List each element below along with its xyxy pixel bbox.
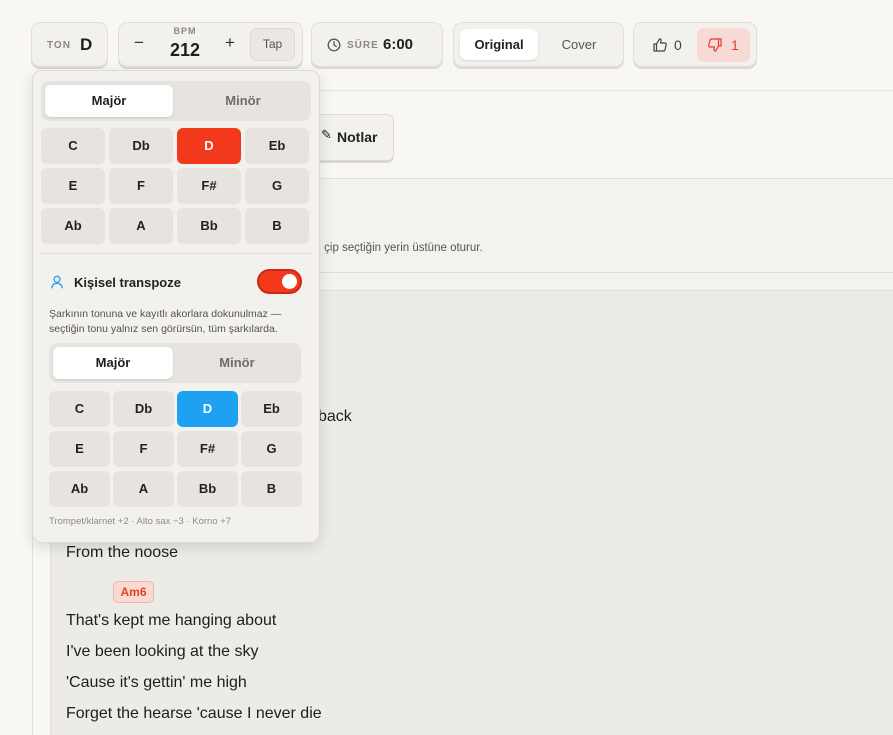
key-button[interactable]: A xyxy=(113,471,174,507)
dislike-button[interactable]: 1 xyxy=(697,28,750,62)
version-switch: Original Cover xyxy=(453,22,624,67)
pencil-icon: ✎ xyxy=(321,127,332,142)
lyric-line: back xyxy=(318,408,352,425)
personal-transpose-toggle[interactable] xyxy=(257,269,302,294)
lyric-line: 'Cause it's gettin' me high xyxy=(66,674,247,691)
key-button-selected[interactable]: D xyxy=(177,128,241,164)
bpm-increase-button[interactable]: + xyxy=(222,33,238,53)
key-button[interactable]: F xyxy=(113,431,174,467)
tab-major[interactable]: Majör xyxy=(53,347,173,379)
thumbs-up-icon xyxy=(653,38,667,52)
key-button[interactable]: Ab xyxy=(41,208,105,244)
key-button[interactable]: E xyxy=(49,431,110,467)
key-button[interactable]: C xyxy=(49,391,110,427)
bpm-label: BPM xyxy=(173,26,197,36)
key-button[interactable]: C xyxy=(41,128,105,164)
instrument-transpose-note: Trompet/klarnet +2 · Alto sax −3 · Korno… xyxy=(49,516,232,527)
key-button[interactable]: A xyxy=(109,208,173,244)
key-button[interactable]: Db xyxy=(113,391,174,427)
key-popover: Majör Minör C Db D Eb E F F# G Ab A Bb B… xyxy=(32,70,320,543)
key-label: TON xyxy=(47,40,71,51)
key-button[interactable]: Db xyxy=(109,128,173,164)
key-button[interactable]: F xyxy=(109,168,173,204)
hint-text: ç, çip seçtiğin yerin üstüne oturur. xyxy=(312,242,483,254)
key-button[interactable]: G xyxy=(245,168,309,204)
key-button[interactable]: F# xyxy=(177,431,238,467)
key-button[interactable]: Ab xyxy=(49,471,110,507)
version-cover-tab[interactable]: Cover xyxy=(540,29,618,60)
like-button[interactable]: 0 xyxy=(642,28,690,62)
key-button-selected[interactable]: D xyxy=(177,391,238,427)
key-button[interactable]: F# xyxy=(177,168,241,204)
duration-display: SÜRE 6:00 xyxy=(311,22,443,67)
duration-label: SÜRE xyxy=(347,40,379,51)
dislike-count: 1 xyxy=(731,37,739,53)
notes-button-label: Notlar xyxy=(337,129,378,145)
song-mode-switch: Majör Minör xyxy=(41,81,311,121)
key-control[interactable]: TON D xyxy=(31,22,108,67)
like-count: 0 xyxy=(674,37,682,53)
lyric-line: From the noose xyxy=(66,544,179,561)
bpm-control: − BPM 212 + Tap xyxy=(118,22,303,67)
key-button[interactable]: B xyxy=(241,471,302,507)
key-button[interactable]: Bb xyxy=(177,471,238,507)
tab-minor[interactable]: Minör xyxy=(179,85,307,117)
chord-chip[interactable]: Am6 xyxy=(113,581,154,603)
duration-value: 6:00 xyxy=(383,36,414,53)
person-icon xyxy=(51,275,63,289)
lyric-line: That's kept me hanging about xyxy=(66,612,277,629)
bpm-decrease-button[interactable]: − xyxy=(131,33,147,53)
key-button[interactable]: G xyxy=(241,431,302,467)
tab-major[interactable]: Majör xyxy=(45,85,173,117)
personal-transpose-title: Kişisel transpoze xyxy=(74,275,181,290)
key-button[interactable]: Eb xyxy=(245,128,309,164)
lyric-line: I've been looking at the sky xyxy=(66,643,259,660)
divider xyxy=(41,253,311,254)
vote-control: 0 1 xyxy=(633,22,757,67)
key-button[interactable]: Eb xyxy=(241,391,302,427)
lyric-line: Forget the hearse 'cause I never die xyxy=(66,705,322,722)
tab-minor[interactable]: Minör xyxy=(177,347,297,379)
thumbs-down-icon xyxy=(708,38,722,52)
toggle-knob xyxy=(282,274,297,289)
tap-tempo-button[interactable]: Tap xyxy=(250,28,295,61)
clock-icon xyxy=(327,38,341,52)
key-value[interactable]: D xyxy=(80,35,92,55)
key-button[interactable]: B xyxy=(245,208,309,244)
version-original-tab[interactable]: Original xyxy=(460,29,538,60)
key-button[interactable]: E xyxy=(41,168,105,204)
key-button[interactable]: Bb xyxy=(177,208,241,244)
personal-mode-switch: Majör Minör xyxy=(49,343,301,383)
personal-transpose-description: Şarkının tonuna ve kayıtlı akorlara doku… xyxy=(49,308,282,335)
bpm-value: 212 xyxy=(169,40,201,60)
